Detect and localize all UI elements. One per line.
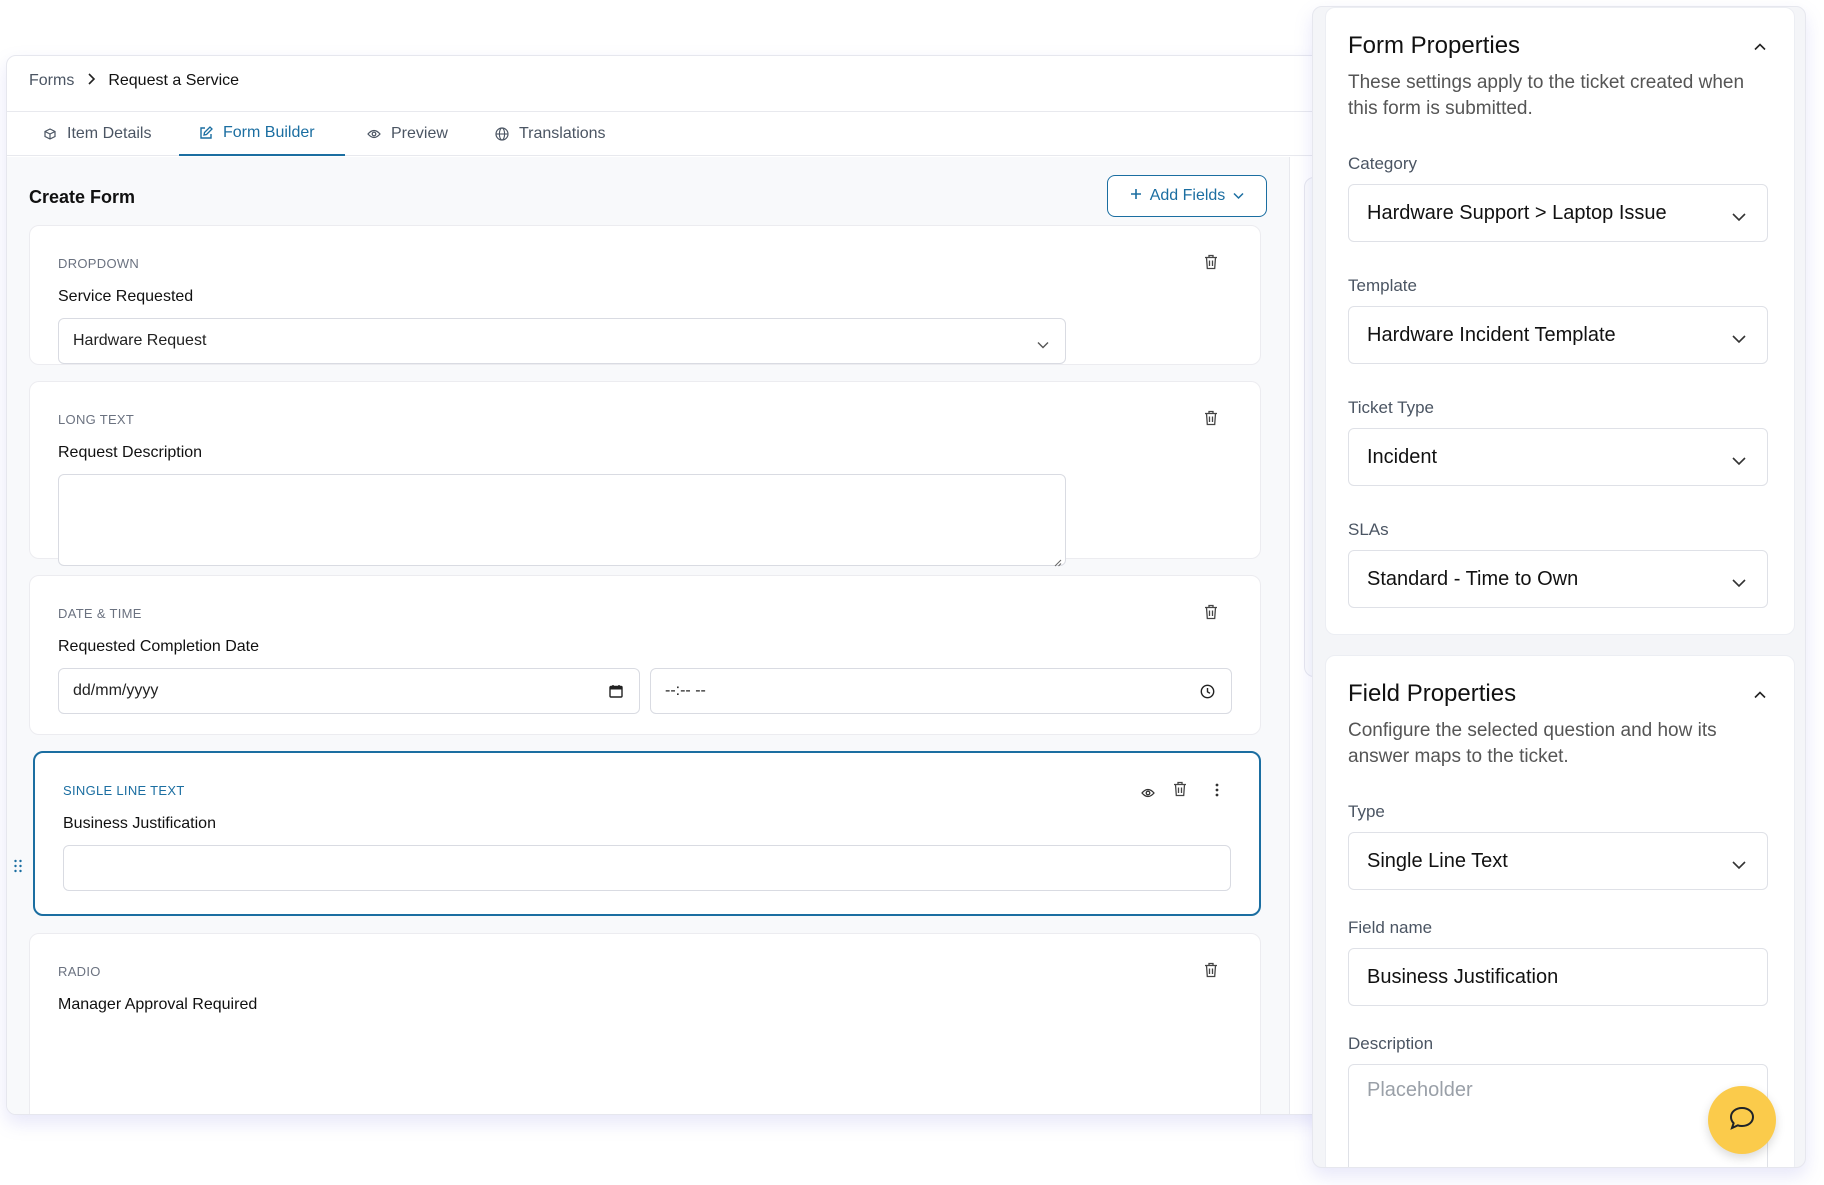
tab-label: Item Details — [67, 125, 152, 142]
tab-item-details[interactable]: Item Details — [23, 112, 171, 156]
create-form-title: Create Form — [29, 187, 136, 207]
field-properties-description: Configure the selected question and how … — [1348, 720, 1717, 767]
tab-label: Form Builder — [223, 124, 315, 141]
field-label: Business Justification — [63, 815, 216, 832]
plus-icon — [1130, 187, 1142, 205]
chevron-up-icon[interactable] — [1754, 38, 1768, 52]
field-type-label: DROPDOWN — [58, 256, 140, 271]
select-value: Incident — [1367, 445, 1438, 468]
date-input[interactable]: dd/mm/yyyy — [58, 668, 640, 714]
field-card-radio[interactable]: RADIO Manager Approval Required — [29, 933, 1261, 1114]
description-textarea[interactable]: Placeholder — [1348, 1064, 1768, 1167]
select-value: Standard - Time to Own — [1367, 567, 1579, 590]
select-value: Hardware Incident Template — [1367, 323, 1616, 346]
trash-icon[interactable] — [1173, 781, 1189, 799]
breadcrumb: Forms Request a Service — [29, 72, 239, 90]
template-label: Template — [1348, 276, 1417, 295]
field-card-long-text[interactable]: LONG TEXT Request Description — [29, 381, 1261, 567]
form-properties-description: These settings apply to the ticket creat… — [1348, 72, 1745, 119]
field-label: Manager Approval Required — [58, 996, 258, 1013]
business-justification-input[interactable] — [63, 845, 1231, 891]
form-editor-panel: Forms Request a Service Item Details For… — [6, 55, 1330, 1115]
field-name-input[interactable]: Business Justification — [1348, 948, 1768, 1006]
template-select[interactable]: Hardware Incident Template — [1348, 306, 1768, 364]
tab-preview[interactable]: Preview — [347, 112, 468, 156]
drag-handle-icon[interactable] — [13, 859, 23, 873]
time-input[interactable]: --:-- -- — [650, 668, 1232, 714]
date-placeholder: dd/mm/yyyy — [73, 682, 159, 699]
form-properties-title: Form Properties — [1348, 32, 1521, 59]
more-vertical-icon[interactable] — [1215, 783, 1219, 802]
category-select[interactable]: Hardware Support > Laptop Issue — [1348, 184, 1768, 242]
category-label: Category — [1348, 154, 1417, 173]
trash-icon[interactable] — [1204, 962, 1220, 980]
calendar-icon[interactable] — [609, 684, 623, 703]
field-card-single-line-text[interactable]: SINGLE LINE TEXT Business Justification — [33, 751, 1261, 916]
eye-icon — [367, 127, 381, 141]
chevron-down-icon — [1233, 187, 1244, 205]
chevron-down-icon — [1731, 327, 1747, 344]
select-value: Hardware Support > Laptop Issue — [1367, 201, 1667, 224]
field-card-date-time[interactable]: DATE & TIME Requested Completion Date dd… — [29, 575, 1261, 735]
ticket-type-label: Ticket Type — [1348, 398, 1434, 417]
chevron-down-icon — [1731, 449, 1747, 466]
trash-icon[interactable] — [1204, 410, 1220, 428]
description-label: Description — [1348, 1034, 1434, 1053]
service-requested-select[interactable]: Hardware Request — [58, 318, 1066, 364]
chevron-up-icon[interactable] — [1754, 686, 1768, 700]
field-type-select[interactable]: Single Line Text — [1348, 832, 1768, 890]
add-fields-label: Add Fields — [1149, 187, 1226, 204]
form-properties-section: Form Properties These settings apply to … — [1325, 7, 1795, 635]
request-description-textarea[interactable] — [58, 474, 1066, 566]
chevron-right-icon — [84, 72, 98, 90]
field-type-label: SINGLE LINE TEXT — [63, 783, 185, 798]
select-value: Single Line Text — [1367, 849, 1508, 872]
slas-select[interactable]: Standard - Time to Own — [1348, 550, 1768, 608]
chevron-down-icon — [1731, 571, 1747, 588]
chevron-down-icon — [1037, 336, 1049, 354]
field-label: Service Requested — [58, 288, 194, 305]
field-properties-title: Field Properties — [1348, 680, 1517, 707]
field-type-label: LONG TEXT — [58, 412, 135, 427]
breadcrumb-current: Request a Service — [108, 72, 240, 89]
eye-icon[interactable] — [1141, 785, 1155, 803]
type-label: Type — [1348, 802, 1385, 821]
globe-icon — [495, 127, 509, 141]
properties-panel: Form Properties These settings apply to … — [1312, 6, 1806, 1168]
cube-icon — [43, 127, 57, 141]
chevron-down-icon — [1731, 205, 1747, 222]
tab-bar: Item Details Form Builder Preview Transl… — [7, 111, 1329, 156]
resize-handle-icon[interactable] — [1054, 554, 1062, 572]
chat-button[interactable] — [1708, 1086, 1776, 1154]
select-value: Hardware Request — [73, 332, 207, 349]
slas-label: SLAs — [1348, 520, 1389, 539]
form-builder-canvas: Create Form Add Fields DROPDOWN Service … — [7, 157, 1289, 1114]
add-fields-button[interactable]: Add Fields — [1107, 175, 1267, 217]
field-label: Request Description — [58, 444, 203, 461]
time-placeholder: --:-- -- — [665, 682, 706, 699]
trash-icon[interactable] — [1204, 604, 1220, 622]
field-type-label: RADIO — [58, 964, 101, 979]
field-type-label: DATE & TIME — [58, 606, 142, 621]
edit-icon — [199, 126, 213, 140]
field-card-dropdown[interactable]: DROPDOWN Service Requested Hardware Requ… — [29, 225, 1261, 365]
field-name-label: Field name — [1348, 918, 1433, 937]
breadcrumb-forms-link[interactable]: Forms — [29, 72, 74, 90]
trash-icon[interactable] — [1204, 254, 1220, 272]
tab-translations[interactable]: Translations — [475, 112, 626, 156]
clock-icon[interactable] — [1200, 684, 1215, 704]
tab-form-builder[interactable]: Form Builder — [179, 112, 345, 156]
tab-label: Translations — [519, 125, 606, 142]
chat-bubble-icon — [1729, 1106, 1755, 1135]
ticket-type-select[interactable]: Incident — [1348, 428, 1768, 486]
tab-label: Preview — [391, 125, 448, 142]
chevron-down-icon — [1731, 853, 1747, 870]
field-label: Requested Completion Date — [58, 638, 260, 655]
